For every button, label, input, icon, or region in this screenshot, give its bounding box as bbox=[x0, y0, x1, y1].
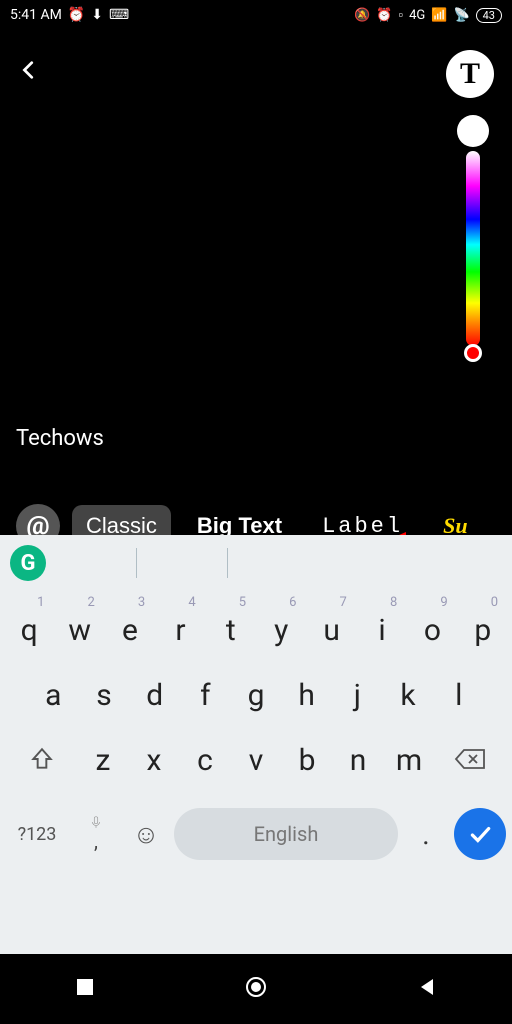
key-g[interactable]: g bbox=[231, 678, 282, 713]
mic-key[interactable]: , bbox=[74, 808, 118, 860]
key-c[interactable]: c bbox=[179, 743, 230, 778]
space-key[interactable]: English bbox=[174, 808, 398, 860]
color-slider-track[interactable] bbox=[466, 151, 480, 346]
key-z[interactable]: z bbox=[77, 743, 128, 778]
key-j[interactable]: j bbox=[332, 678, 383, 713]
key-m[interactable]: m bbox=[384, 743, 435, 778]
keyboard-row-3: z x c v b n m bbox=[0, 743, 512, 778]
wifi-icon: 📡 bbox=[453, 8, 469, 23]
key-f[interactable]: f bbox=[180, 678, 231, 713]
key-x[interactable]: x bbox=[128, 743, 179, 778]
emoji-key[interactable]: ☺ bbox=[124, 808, 168, 860]
nav-home[interactable] bbox=[244, 975, 268, 1004]
text-tool-icon: T bbox=[460, 57, 480, 91]
key-s[interactable]: s bbox=[79, 678, 130, 713]
key-r[interactable]: 4r bbox=[155, 613, 205, 648]
android-nav-bar bbox=[0, 954, 512, 1024]
key-v[interactable]: v bbox=[230, 743, 281, 778]
backspace-key[interactable] bbox=[435, 747, 506, 775]
status-right: 🔕 ⏰ ▫ 4G 📶 📡 43 bbox=[354, 7, 502, 23]
keyboard-row-4: ?123 , ☺ English . bbox=[0, 798, 512, 870]
key-e[interactable]: 3e bbox=[105, 613, 155, 648]
suggestion-bar: G bbox=[0, 535, 512, 591]
enter-key[interactable] bbox=[454, 808, 506, 860]
key-a[interactable]: a bbox=[28, 678, 79, 713]
symbols-key[interactable]: ?123 bbox=[6, 808, 68, 860]
key-u[interactable]: 7u bbox=[306, 613, 356, 648]
keyboard-row-1: 1q 2w 3e 4r 5t 6y 7u 8i 9o 0p bbox=[0, 609, 512, 648]
suggest-divider bbox=[227, 548, 228, 578]
shift-key[interactable] bbox=[6, 746, 77, 776]
signal-icon: 📶 bbox=[431, 8, 447, 23]
alarm-icon: ⏰ bbox=[68, 7, 85, 23]
story-editor-canvas[interactable]: T Techows @ Classic Big Text Label Su bbox=[0, 30, 512, 535]
dnd-icon: 🔕 bbox=[354, 8, 370, 23]
download-icon: ⬇ bbox=[91, 7, 103, 23]
key-l[interactable]: l bbox=[433, 678, 484, 713]
key-t[interactable]: 5t bbox=[206, 613, 256, 648]
alarm2-icon: ⏰ bbox=[376, 8, 392, 23]
key-b[interactable]: b bbox=[281, 743, 332, 778]
grammarly-icon[interactable]: G bbox=[10, 545, 46, 581]
key-d[interactable]: d bbox=[129, 678, 180, 713]
period-key[interactable]: . bbox=[404, 808, 448, 860]
nav-back[interactable] bbox=[417, 977, 437, 1002]
suggest-divider bbox=[136, 548, 137, 578]
text-tool-button[interactable]: T bbox=[446, 50, 494, 98]
key-y[interactable]: 6y bbox=[256, 613, 306, 648]
key-q[interactable]: 1q bbox=[4, 613, 54, 648]
battery-indicator: 43 bbox=[476, 8, 502, 23]
back-button[interactable] bbox=[18, 55, 40, 88]
key-n[interactable]: n bbox=[333, 743, 384, 778]
text-overlay[interactable]: Techows bbox=[16, 426, 104, 451]
status-bar: 5:41 AM ⏰ ⬇ ⌨ 🔕 ⏰ ▫ 4G 📶 📡 43 bbox=[0, 0, 512, 30]
color-slider[interactable] bbox=[462, 115, 484, 350]
status-time: 5:41 AM bbox=[10, 7, 62, 23]
color-slider-thumb[interactable] bbox=[457, 115, 489, 147]
keyboard-row-2: a s d f g h j k l bbox=[0, 678, 512, 713]
status-left: 5:41 AM ⏰ ⬇ ⌨ bbox=[10, 7, 129, 23]
volte-icon: ▫ bbox=[398, 7, 403, 23]
soft-keyboard: G 1q 2w 3e 4r 5t 6y 7u 8i 9o 0p a s d f … bbox=[0, 535, 512, 954]
key-h[interactable]: h bbox=[281, 678, 332, 713]
key-w[interactable]: 2w bbox=[54, 613, 104, 648]
keyboard-icon: ⌨ bbox=[109, 7, 129, 23]
key-o[interactable]: 9o bbox=[407, 613, 457, 648]
network-icon: 4G bbox=[409, 8, 425, 23]
nav-recent[interactable] bbox=[75, 977, 95, 1002]
key-i[interactable]: 8i bbox=[357, 613, 407, 648]
color-slider-end bbox=[464, 344, 482, 362]
key-k[interactable]: k bbox=[383, 678, 434, 713]
key-p[interactable]: 0p bbox=[458, 613, 508, 648]
